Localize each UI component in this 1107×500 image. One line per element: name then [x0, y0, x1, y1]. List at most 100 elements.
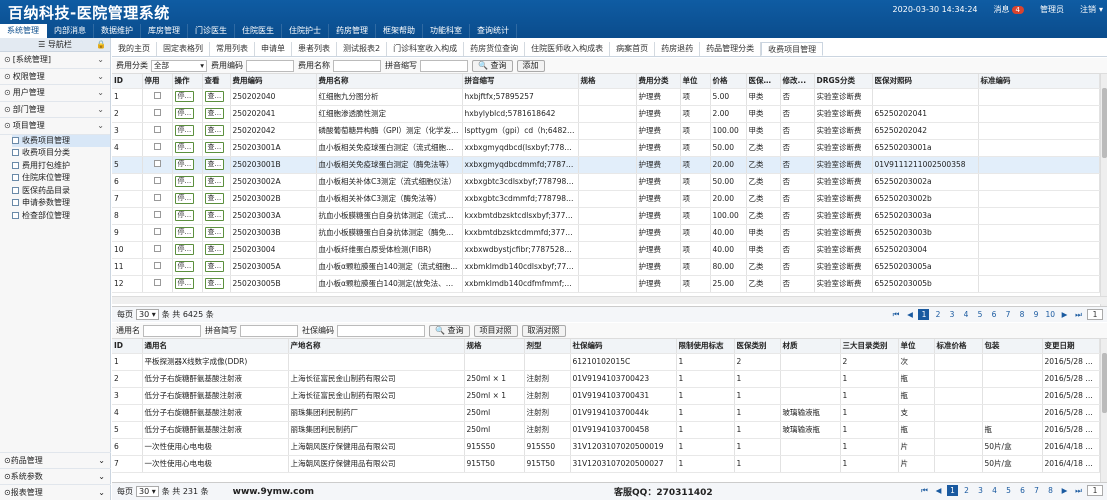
sidebar-item[interactable]: ⊙ [系统管理] ⌄ [0, 52, 110, 69]
page-number[interactable]: 8 [1045, 485, 1056, 496]
column-header[interactable]: 变更日期 [1042, 339, 1100, 354]
checkbox[interactable] [153, 245, 161, 252]
column-header[interactable]: 操作 [172, 74, 203, 89]
column-header[interactable]: 费用分类 [636, 74, 681, 89]
disable-button[interactable]: 停... [174, 278, 195, 289]
generic-name-input[interactable] [143, 324, 201, 337]
page-number[interactable]: 7 [1002, 309, 1013, 320]
checkbox[interactable] [153, 279, 161, 286]
sidebar-item[interactable]: ⊙ 用户管理 ⌄ [0, 85, 110, 102]
table-row[interactable]: 7 一次性使用心电电极 上海朝风医疗保健用品有限公司 915T50 915T50 31V1… [112, 455, 1100, 473]
admin-link[interactable]: 管理员 [1032, 4, 1064, 15]
column-header[interactable]: 费用编码 [230, 74, 317, 89]
table-row[interactable]: 9 停... 查... 250203003B 抗血小板膜糖蛋白自身抗体测定（酶免法等） k… [112, 224, 1100, 242]
table-row[interactable]: 1 平板探测器X线数字成像(DDR) 61210102015C 1 2 2 次 2016/5/… [112, 353, 1100, 371]
column-header[interactable]: 单位 [898, 339, 935, 354]
page-number[interactable]: 4 [989, 485, 1000, 496]
scroll-thumb[interactable] [1102, 88, 1107, 158]
column-header[interactable]: 医保类别 [746, 74, 781, 89]
disable-button[interactable]: 停... [174, 142, 195, 153]
page-number[interactable]: 3 [975, 485, 986, 496]
prev-page-icon[interactable]: ◀ [933, 485, 944, 496]
sidebar-item[interactable]: ⊙ 部门管理 ⌄ [0, 102, 110, 118]
tab[interactable]: 住院医师收入构成表 [525, 42, 611, 56]
cancel-compare-button[interactable]: 取消对照 [521, 324, 566, 337]
checkbox[interactable] [153, 211, 161, 218]
view-button[interactable]: 查... [204, 278, 225, 289]
nav-item[interactable]: 功能科室 [423, 24, 470, 38]
sidebar-item[interactable]: ⊙ 权限管理 ⌄ [0, 69, 110, 85]
checkbox[interactable] [153, 194, 161, 201]
column-header[interactable]: 产地名称 [288, 339, 465, 354]
column-header[interactable]: ID [112, 74, 143, 89]
view-button[interactable]: 查... [204, 91, 225, 102]
nav-item[interactable]: 数据维护 [94, 24, 141, 38]
checkbox[interactable] [153, 109, 161, 116]
nav-item[interactable]: 门诊医生 [188, 24, 235, 38]
column-header[interactable]: 停用 [142, 74, 173, 89]
sidebar-item[interactable]: ⊙报表管理 ⌄ [0, 484, 111, 500]
view-button[interactable]: 查... [204, 227, 225, 238]
page-number[interactable]: 7 [1031, 485, 1042, 496]
column-header[interactable]: 限制使用标志 [676, 339, 735, 354]
table-row[interactable]: 3 低分子右旋糖酐氨基酸注射液 上海长征富民金山制药有限公司 250ml × 1 注射剂… [112, 387, 1100, 405]
column-header[interactable]: 标准价格 [934, 339, 983, 354]
page-number[interactable]: 1 [947, 485, 958, 496]
column-header[interactable]: 包装 [982, 339, 1043, 354]
disable-button[interactable]: 停... [174, 261, 195, 272]
table-row[interactable]: 4 停... 查... 250203001A 血小板相关免疫球蛋白测定（流式细胞仪法） x… [112, 139, 1100, 157]
page-input[interactable]: 1 [1087, 309, 1103, 320]
tab[interactable]: 我的主页 [112, 42, 157, 56]
tab[interactable]: 收费项目管理 [761, 42, 824, 56]
view-button[interactable]: 查... [204, 193, 225, 204]
logout-link[interactable]: 注销 ▾ [1072, 4, 1103, 15]
nav-item[interactable]: 内部消息 [47, 24, 94, 38]
pinyin-input[interactable] [420, 59, 468, 72]
sidebar-subitem[interactable]: 费用打包维护 [12, 160, 110, 173]
table-row[interactable]: 6 停... 查... 250203002A 血小板相关补体C3测定（流式细胞仪法） xx… [112, 173, 1100, 191]
column-header[interactable]: 三大目录类别 [840, 339, 899, 354]
disable-button[interactable]: 停... [174, 108, 195, 119]
sidebar-item[interactable]: ⊙药品管理 ⌄ [0, 452, 111, 468]
query-button[interactable]: 🔍 查询 [472, 59, 513, 72]
table-row[interactable]: 4 低分子右旋糖酐氨基酸注射液 丽珠集团利民制药厂 250ml 注射剂 01V919410… [112, 404, 1100, 422]
view-button[interactable]: 查... [204, 108, 225, 119]
tab[interactable]: 患者列表 [292, 42, 337, 56]
view-button[interactable]: 查... [204, 210, 225, 221]
checkbox[interactable] [153, 143, 161, 150]
insurance-code-input[interactable] [337, 324, 425, 337]
column-header[interactable]: 标准编码 [978, 74, 1100, 89]
table-row[interactable]: 7 停... 查... 250203002B 血小板相关补体C3测定（酶免法等） xxbx… [112, 190, 1100, 208]
table-row[interactable]: 6 一次性使用心电电极 上海朝风医疗保健用品有限公司 915S50 915S50 31V1… [112, 438, 1100, 456]
page-input[interactable]: 1 [1087, 485, 1103, 496]
page-number[interactable]: 6 [1017, 485, 1028, 496]
nav-item[interactable]: 药房管理 [329, 24, 376, 38]
tab[interactable]: 申请单 [255, 42, 292, 56]
page-number[interactable]: 1 [918, 309, 930, 320]
checkbox[interactable] [153, 262, 161, 269]
disable-button[interactable]: 停... [174, 91, 195, 102]
nav-item[interactable]: 住院护士 [282, 24, 329, 38]
checkbox[interactable] [153, 177, 161, 184]
view-button[interactable]: 查... [204, 142, 225, 153]
disable-button[interactable]: 停... [174, 227, 195, 238]
tab[interactable]: 药品管理分类 [700, 42, 762, 56]
first-page-icon[interactable]: ⏮ [919, 485, 930, 496]
sidebar-item[interactable]: ⊙系统参数 ⌄ [0, 468, 111, 484]
column-header[interactable]: 规格 [464, 339, 525, 354]
disable-button[interactable]: 停... [174, 193, 195, 204]
checkbox[interactable] [153, 160, 161, 167]
horizontal-scrollbar[interactable] [112, 296, 1107, 304]
disable-button[interactable]: 停... [174, 210, 195, 221]
sidebar-item[interactable]: ⊙ 项目管理 ⌄ [0, 118, 110, 135]
column-header[interactable]: 规格 [578, 74, 637, 89]
page-number[interactable]: 4 [960, 309, 971, 320]
column-header[interactable]: 修改... [780, 74, 815, 89]
prev-page-icon[interactable]: ◀ [904, 309, 915, 320]
view-button[interactable]: 查... [204, 159, 225, 170]
table-row[interactable]: 5 停... 查... 250203001B 血小板相关免疫球蛋白测定（酶免法等） xxb… [112, 156, 1100, 174]
column-header[interactable]: 剂型 [524, 339, 571, 354]
page-number[interactable]: 5 [974, 309, 985, 320]
sidebar-subitem[interactable]: 申请参数管理 [12, 197, 110, 210]
column-header[interactable]: 医保对照码 [872, 74, 979, 89]
